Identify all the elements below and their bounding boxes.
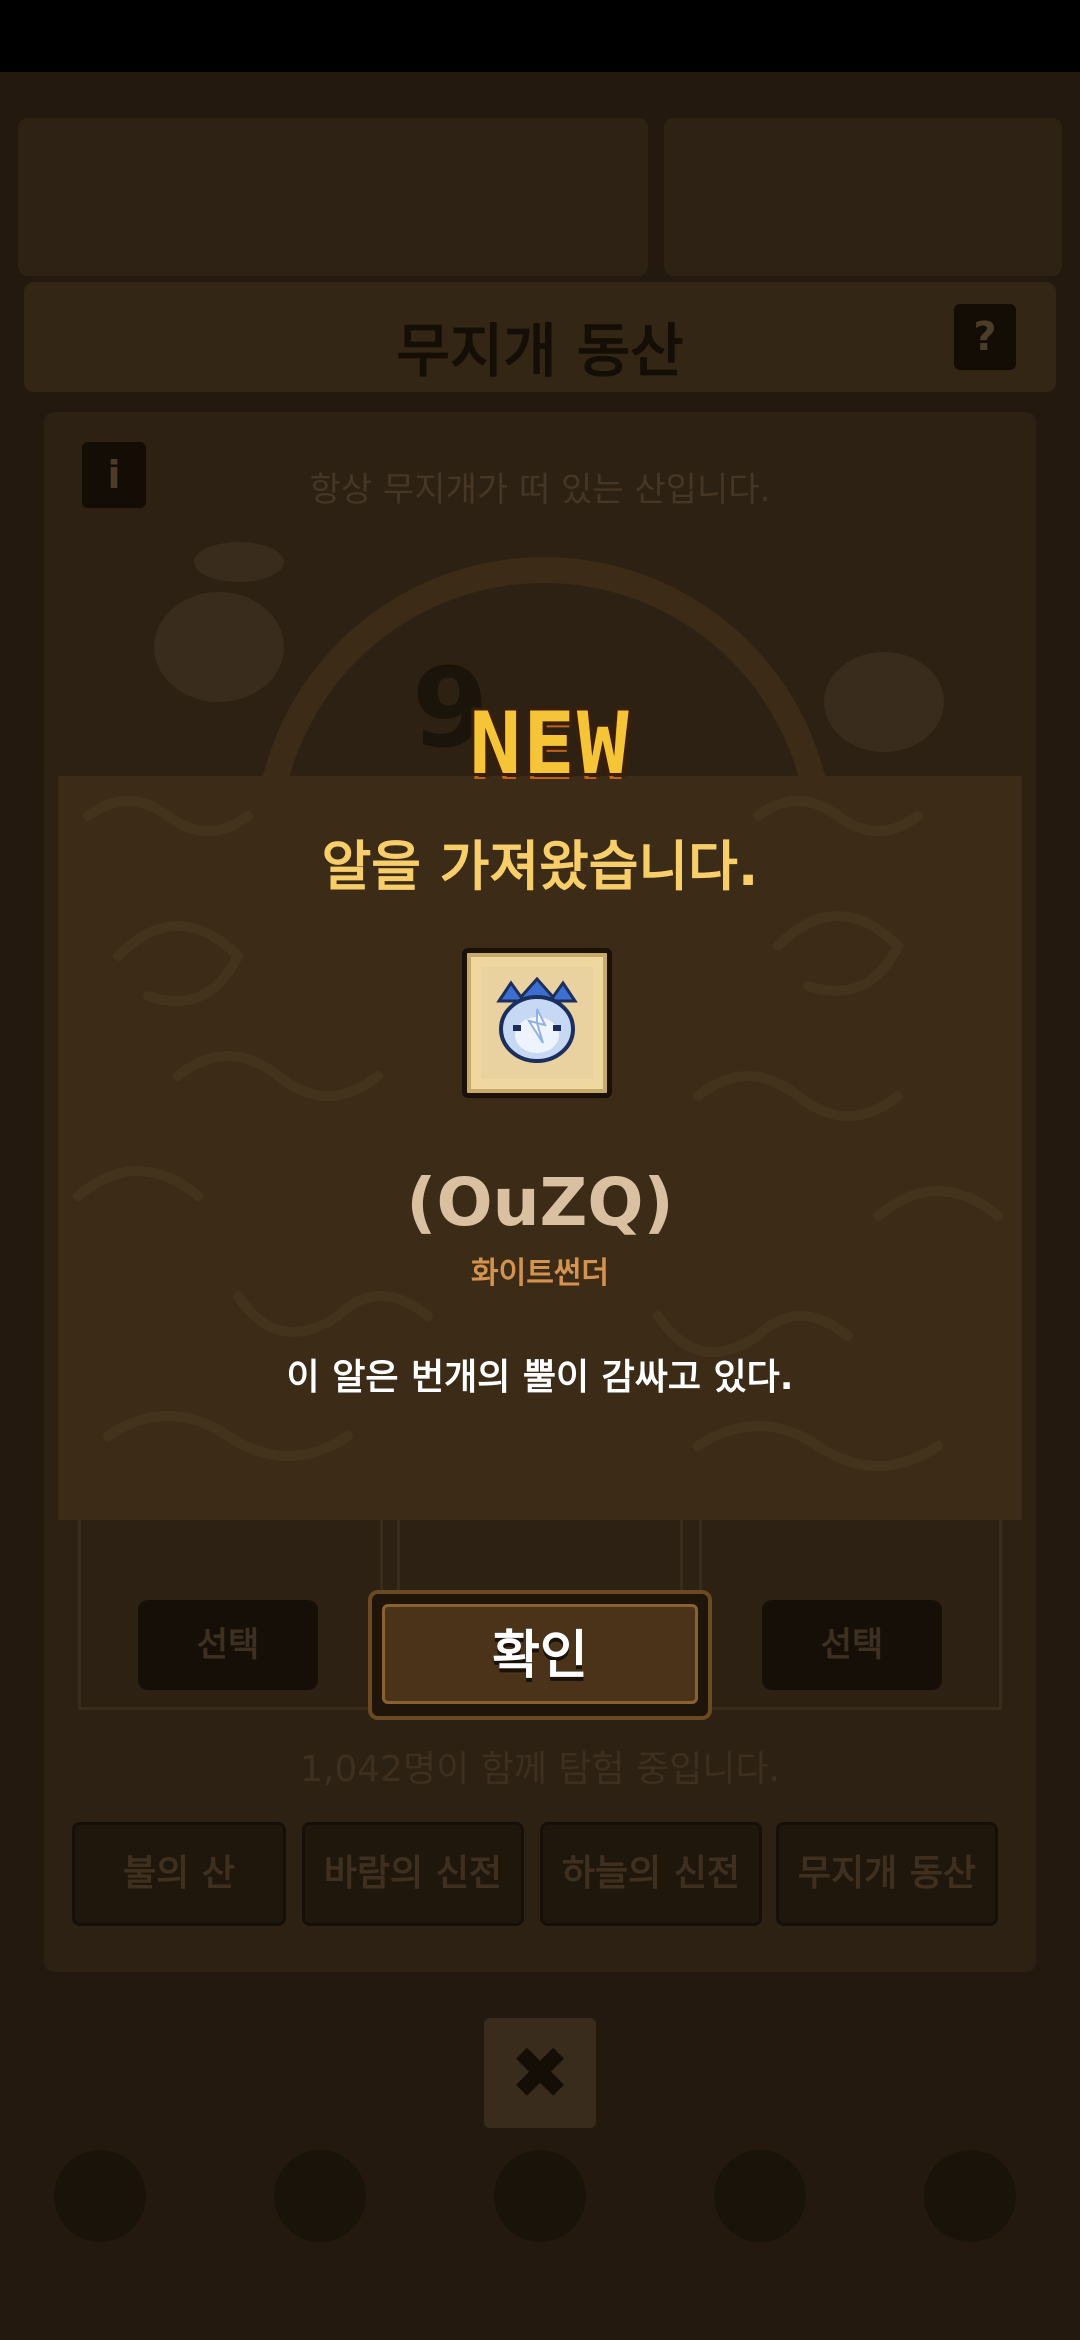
nav-icon (494, 2150, 586, 2242)
nav-item-3[interactable] (470, 2150, 610, 2300)
status-bar (0, 0, 1080, 72)
location-title: 무지개 동산 (396, 317, 684, 385)
nav-icon (54, 2150, 146, 2242)
nav-item-1[interactable] (30, 2150, 170, 2300)
cloud-right (824, 652, 944, 752)
tab-sky-temple[interactable]: 하늘의 신전 (540, 1822, 762, 1926)
egg-acquired-modal: 알을 가져왔습니다. (OuZQ) 화이트썬더 이 알은 번개의 뿔이 감싸고 … (58, 776, 1022, 1520)
cloud-left (154, 592, 284, 702)
tab-wind-temple[interactable]: 바람의 신전 (302, 1822, 524, 1926)
nav-item-5[interactable] (900, 2150, 1040, 2300)
nav-icon (714, 2150, 806, 2242)
confirm-button-label: 확인 (382, 1604, 698, 1704)
location-title-bar: 무지개 동산 ? (24, 282, 1056, 392)
tab-fire-mountain[interactable]: 불의 산 (72, 1822, 286, 1926)
player-count: 1,042명이 함께 탐험 중입니다. (299, 1749, 781, 1790)
select-button-right[interactable]: 선택 (762, 1600, 942, 1690)
new-badge: NEW (469, 694, 631, 794)
egg-name: 화이트썬더 (471, 1256, 609, 1291)
top-right-panel (664, 118, 1062, 276)
egg-card (462, 948, 612, 1098)
nav-icon (274, 2150, 366, 2242)
top-left-panel (18, 118, 648, 276)
nav-item-4[interactable] (690, 2150, 830, 2300)
cloud-small (194, 542, 284, 582)
close-button[interactable]: ✖ (484, 2018, 596, 2128)
nav-icon (924, 2150, 1016, 2242)
bottom-nav (0, 2150, 1080, 2300)
egg-code: (OuZQ) (406, 1164, 674, 1241)
nav-item-2[interactable] (250, 2150, 390, 2300)
white-thunder-egg-icon (481, 967, 593, 1079)
confirm-button[interactable]: 확인 (368, 1590, 712, 1720)
help-button[interactable]: ? (954, 304, 1016, 370)
modal-headline: 알을 가져왔습니다. (321, 835, 759, 898)
tab-rainbow-hill[interactable]: 무지개 동산 (776, 1822, 998, 1926)
location-description: 항상 무지개가 떠 있는 산입니다. (309, 470, 771, 510)
select-button-left[interactable]: 선택 (138, 1600, 318, 1690)
egg-description: 이 알은 번개의 뿔이 감싸고 있다. (286, 1357, 794, 1398)
